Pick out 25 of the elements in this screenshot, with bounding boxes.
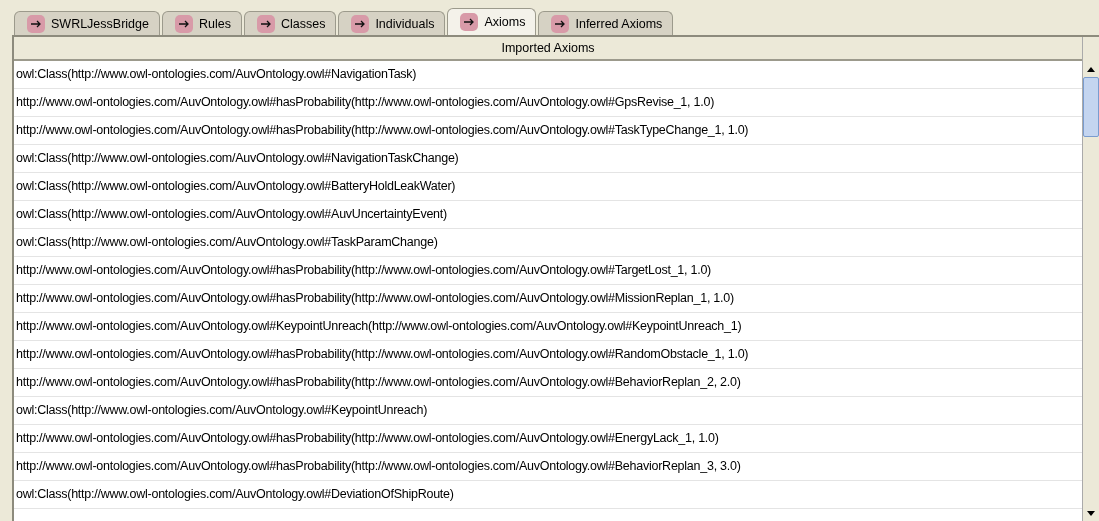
- table-cell: http://www.owl-ontologies.com/AuvOntology.owl#hasProbability(http://www.owl-ontologies.com/AuvOntology.owl#EnergyLack_1, 1.0): [14, 425, 1082, 453]
- table-cell: http://www.owl-ontologies.com/AuvOntology.owl#hasProbability(http://www.owl-ontologies.com/AuvOntology.owl#BehaviorReplan_2, 2.0): [14, 369, 1082, 397]
- table-cell: http://www.owl-ontologies.com/AuvOntology.owl#KeypointUnreach(http://www.owl-ontologies.com/AuvOntology.owl#KeypointUnreach_1): [14, 313, 1082, 341]
- table-cell: http://www.owl-ontologies.com/AuvOntology.owl#hasProbability(http://www.owl-ontologies.com/AuvOntology.owl#TaskTypeChange_1, 1.0): [14, 117, 1082, 145]
- tab[interactable]: Classes: [243, 11, 337, 35]
- tab[interactable]: Inferred Axioms: [538, 11, 674, 35]
- tab[interactable]: Individuals: [338, 11, 446, 35]
- table-cell: http://www.owl-ontologies.com/AuvOntology.owl#hasProbability(http://www.owl-ontologies.com/AuvOntology.owl#MissionReplan_1, 1.0): [14, 285, 1082, 313]
- tab[interactable]: Rules: [161, 11, 242, 35]
- tab[interactable]: Axioms: [447, 8, 537, 35]
- table-cell: http://www.owl-ontologies.com/AuvOntology.owl#hasProbability(http://www.owl-ontologies.com/AuvOntology.owl#TargetLost_1, 1.0): [14, 257, 1082, 285]
- up-triangle-icon: [1087, 66, 1095, 72]
- down-triangle-icon: [1087, 510, 1095, 516]
- table-cell: owl:Class(http://www.owl-ontologies.com/AuvOntology.owl#TaskParamChange): [14, 229, 1082, 257]
- table-cell: owl:Class(http://www.owl-ontologies.com/AuvOntology.owl#DeviationOfShipRoute): [14, 481, 1082, 509]
- tab[interactable]: SWRLJessBridge: [14, 11, 160, 35]
- table-cell: owl:Class(http://www.owl-ontologies.com/AuvOntology.owl#BatteryHoldLeakWater): [14, 173, 1082, 201]
- table-cell: owl:Class(http://www.owl-ontologies.com/AuvOntology.owl#AuvUncertaintyEvent): [14, 201, 1082, 229]
- table-cell: http://www.owl-ontologies.com/AuvOntology.owl#hasProbability(http://www.owl-ontologies.com/AuvOntology.owl#GpsRevise_1, 1.0): [14, 89, 1082, 117]
- table-cell: http://www.owl-ontologies.com/AuvOntology.owl#hasProbability(http://www.owl-ontologies.com/AuvOntology.owl#RandomObstacle_1, 1.0): [14, 341, 1082, 369]
- table-cell: owl:Class(http://www.owl-ontologies.com/AuvOntology.owl#KeypointUnreach): [14, 397, 1082, 425]
- table-cell: owl:Class(http://www.owl-ontologies.com/AuvOntology.owl#NavigationTask): [14, 61, 1082, 89]
- table-cell: owl:Class(http://www.owl-ontologies.com/AuvOntology.owl#NavigationTaskChange): [14, 145, 1082, 173]
- scrollbar-thumb[interactable]: [1083, 77, 1099, 137]
- table-cell: http://www.owl-ontologies.com/AuvOntology.owl#hasProbability(http://www.owl-ontologies.com/AuvOntology.owl#BehaviorReplan_3, 3.0): [14, 453, 1082, 481]
